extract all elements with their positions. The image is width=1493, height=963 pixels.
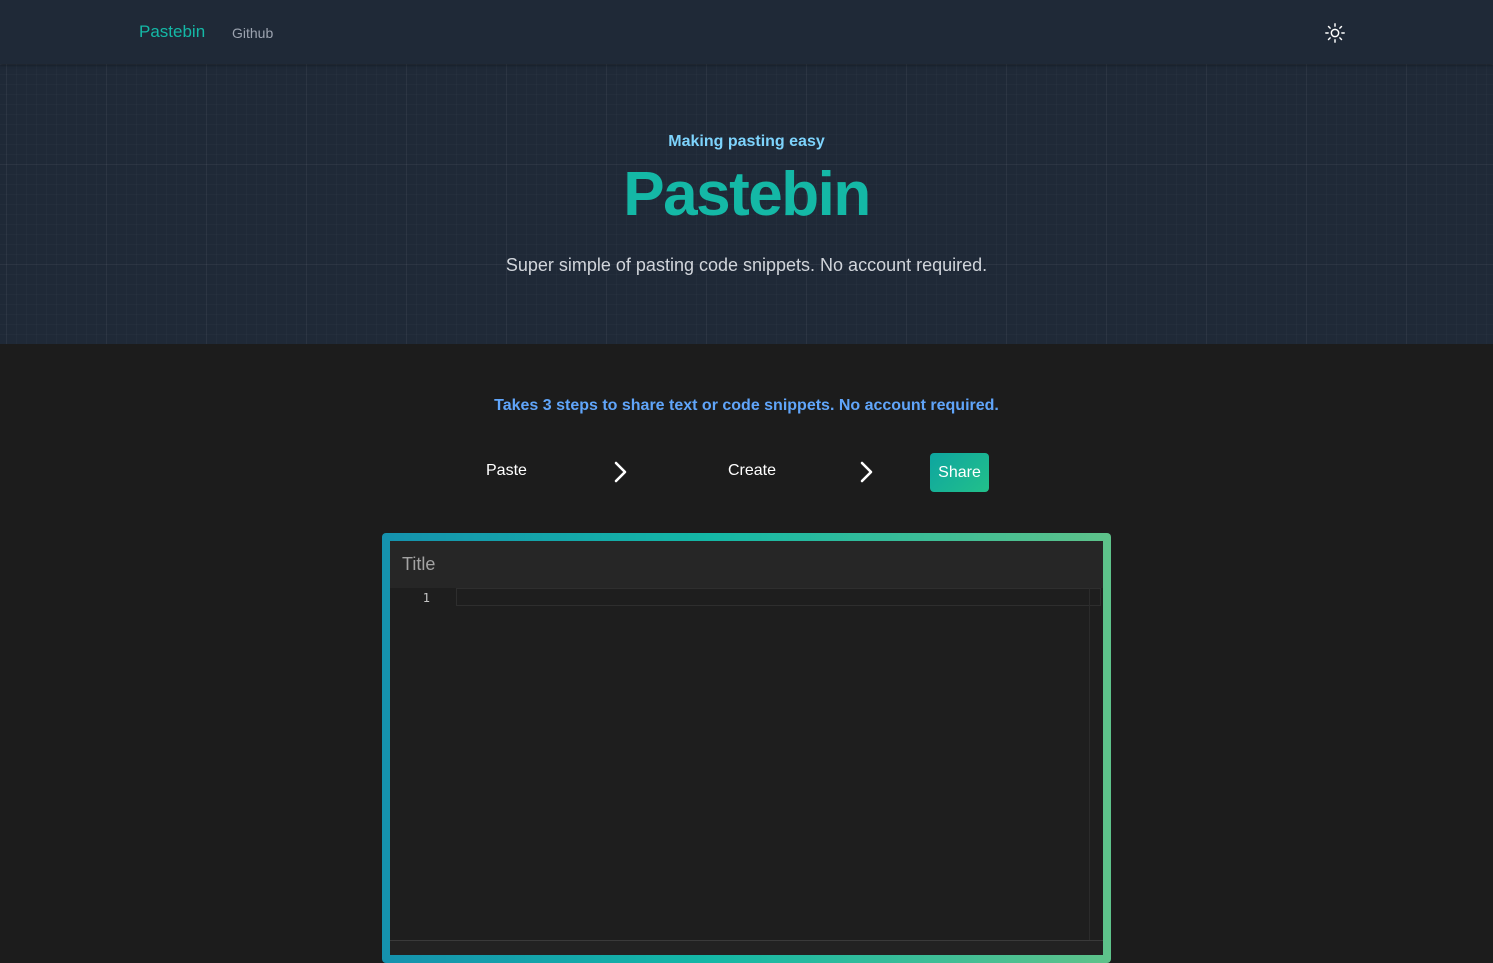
step-paste: Paste [486, 462, 527, 479]
line-number: 1 [422, 591, 430, 605]
step-create: Create [728, 462, 777, 479]
nav-link-github[interactable]: Github [232, 25, 273, 41]
editor-frame: 1 [382, 533, 1111, 963]
code-editor[interactable] [456, 588, 1101, 955]
hero-section: Making pasting easy Pastebin Super simpl… [0, 64, 1493, 344]
share-button[interactable]: Share [930, 453, 989, 492]
theme-toggle-button[interactable] [1322, 20, 1348, 46]
nav-brand-link[interactable]: Pastebin [139, 22, 205, 42]
chevron-right-icon [614, 461, 627, 483]
sun-icon [1325, 23, 1345, 43]
steps-heading: Takes 3 steps to share text or code snip… [494, 397, 999, 414]
editor-scrollbar[interactable] [1089, 588, 1103, 955]
hero-subtitle: Super simple of pasting code snippets. N… [505, 255, 988, 275]
hero-eyebrow: Making pasting easy [668, 133, 825, 150]
top-navbar: Pastebin Github [0, 0, 1493, 64]
editor-container: 1 [390, 541, 1103, 955]
current-line-highlight [456, 588, 1101, 606]
editor-bottom-bar [390, 940, 1103, 955]
chevron-right-icon [860, 461, 873, 483]
title-input[interactable] [390, 541, 1103, 588]
line-number-gutter: 1 [390, 588, 456, 955]
hero-title: Pastebin [623, 160, 871, 229]
